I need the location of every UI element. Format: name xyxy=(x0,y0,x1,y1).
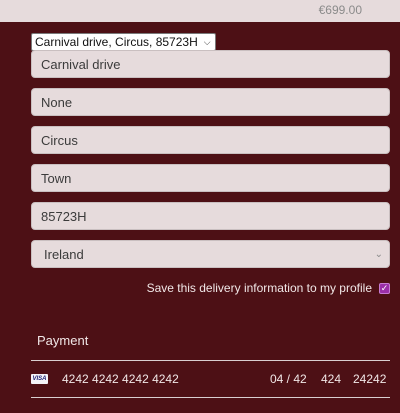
chevron-down-icon: ⌄ xyxy=(374,249,383,260)
street-address-field[interactable]: Carnival drive xyxy=(31,50,390,78)
save-delivery-info-checkbox[interactable]: ✓ xyxy=(379,282,390,294)
visa-card-icon: VISA xyxy=(31,374,48,384)
address-line2-value: None xyxy=(41,94,73,110)
chevron-down-icon: ⌵ xyxy=(203,36,211,47)
city-field[interactable]: Circus xyxy=(31,126,390,154)
country-select[interactable]: Ireland ⌄ xyxy=(31,240,390,268)
street-address-value: Carnival drive xyxy=(41,56,121,72)
save-delivery-info-row: Save this delivery information to my pro… xyxy=(147,281,390,295)
county-field[interactable]: Town xyxy=(31,164,390,192)
saved-address-value: Carnival drive, Circus, 85723H xyxy=(35,35,198,49)
save-delivery-info-label: Save this delivery information to my pro… xyxy=(146,281,372,295)
payment-divider-top xyxy=(31,360,390,361)
card-input[interactable]: VISA 4242 4242 4242 4242 04 / 42 424 242… xyxy=(31,370,390,390)
country-value: Ireland xyxy=(44,246,84,262)
saved-address-select[interactable]: Carnival drive, Circus, 85723H ⌵ xyxy=(31,33,216,51)
order-summary-bar: €699.00 xyxy=(0,0,400,22)
checkmark-icon: ✓ xyxy=(380,282,389,293)
postcode-field[interactable]: 85723H xyxy=(31,202,390,230)
city-value: Circus xyxy=(41,132,78,148)
card-zip-value: 24242 xyxy=(353,372,387,386)
order-total: €699.00 xyxy=(318,3,362,17)
card-number-value: 4242 4242 4242 4242 xyxy=(62,372,179,386)
card-cvc-value: 424 xyxy=(321,372,342,386)
payment-divider-bottom xyxy=(31,397,390,398)
address-line2-field[interactable]: None xyxy=(31,88,390,116)
card-expiry-value: 04 / 42 xyxy=(270,372,307,386)
payment-heading: Payment xyxy=(37,333,89,348)
county-value: Town xyxy=(41,170,72,186)
postcode-value: 85723H xyxy=(41,208,87,224)
